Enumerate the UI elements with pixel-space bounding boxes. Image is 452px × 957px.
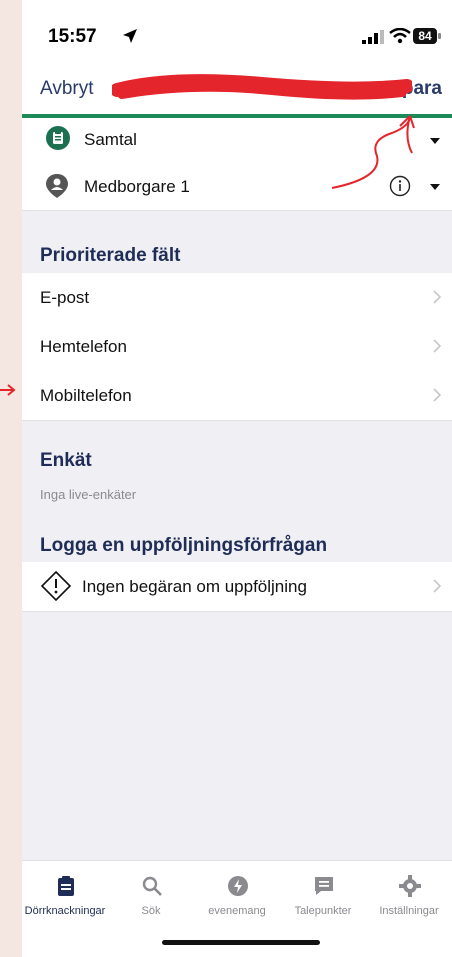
annotation-arrow-overlay <box>331 115 415 189</box>
status-bar: 15:57 84 <box>22 0 452 68</box>
priority-item-home-phone[interactable]: Hemtelefon <box>22 322 452 372</box>
tab-label: evenemang <box>208 905 266 917</box>
gear-icon <box>399 875 421 897</box>
tab-label: Sök <box>141 905 161 917</box>
cancel-button[interactable]: Avbryt <box>40 78 94 100</box>
battery-indicator: 84 <box>413 28 437 44</box>
tab-label: Inställningar <box>379 905 439 917</box>
tab-search[interactable]: Sök <box>108 861 194 931</box>
priority-section-title: Prioriterade fält <box>40 245 181 266</box>
message-icon <box>315 877 333 895</box>
tab-talking-points[interactable]: Talepunkter <box>280 861 366 931</box>
clipboard-icon <box>58 876 74 896</box>
survey-section: Enkät Inga live-enkäter Logga en uppfölj… <box>22 421 452 562</box>
chevron-right-icon <box>433 388 442 402</box>
status-time: 15:57 <box>48 26 97 47</box>
redaction-scribble <box>112 74 412 100</box>
followup-section-title: Logga en uppföljningsförfrågan <box>40 535 328 556</box>
priority-item-label: Mobiltelefon <box>40 386 132 405</box>
empty-area <box>22 612 452 860</box>
annotation-arrow-icon <box>0 384 16 396</box>
search-icon <box>142 876 162 896</box>
home-indicator <box>162 940 320 945</box>
priority-item-label: E-post <box>40 288 90 307</box>
battery-cap <box>438 33 441 39</box>
tab-events[interactable]: evenemang <box>194 861 280 931</box>
location-arrow-icon <box>123 29 137 43</box>
person-label: Medborgare 1 <box>84 177 190 196</box>
chevron-right-icon <box>433 290 442 304</box>
priority-section-header: Prioriterade fält <box>22 211 452 273</box>
priority-item-mobile-phone[interactable]: Mobiltelefon <box>22 371 452 421</box>
priority-item-label: Hemtelefon <box>40 337 127 356</box>
tab-label: Dörrknackningar <box>24 905 106 917</box>
clipboard-icon <box>46 126 70 150</box>
followup-item-label: Ingen begäran om uppföljning <box>82 577 307 596</box>
bolt-icon <box>228 876 248 896</box>
priority-item-email[interactable]: E-post <box>22 273 452 323</box>
wifi-icon <box>389 28 411 44</box>
survey-empty-text: Inga live-enkäter <box>40 487 137 502</box>
tab-label: Talepunkter <box>294 905 352 917</box>
chevron-right-icon <box>433 339 442 353</box>
survey-section-title: Enkät <box>40 450 92 471</box>
tab-door-knocking[interactable]: Dörrknackningar <box>22 861 108 931</box>
warning-icon <box>40 570 72 602</box>
tab-settings[interactable]: Inställningar <box>366 861 452 931</box>
chevron-right-icon <box>433 579 442 593</box>
person-pin-icon <box>46 174 68 198</box>
contact-type-label: Samtal <box>84 130 137 149</box>
phone-screen: 15:57 84 Avbryt Spara Samtal Medborgare … <box>22 0 452 957</box>
followup-item[interactable]: Ingen begäran om uppföljning <box>22 562 452 612</box>
signal-icon <box>362 30 384 44</box>
